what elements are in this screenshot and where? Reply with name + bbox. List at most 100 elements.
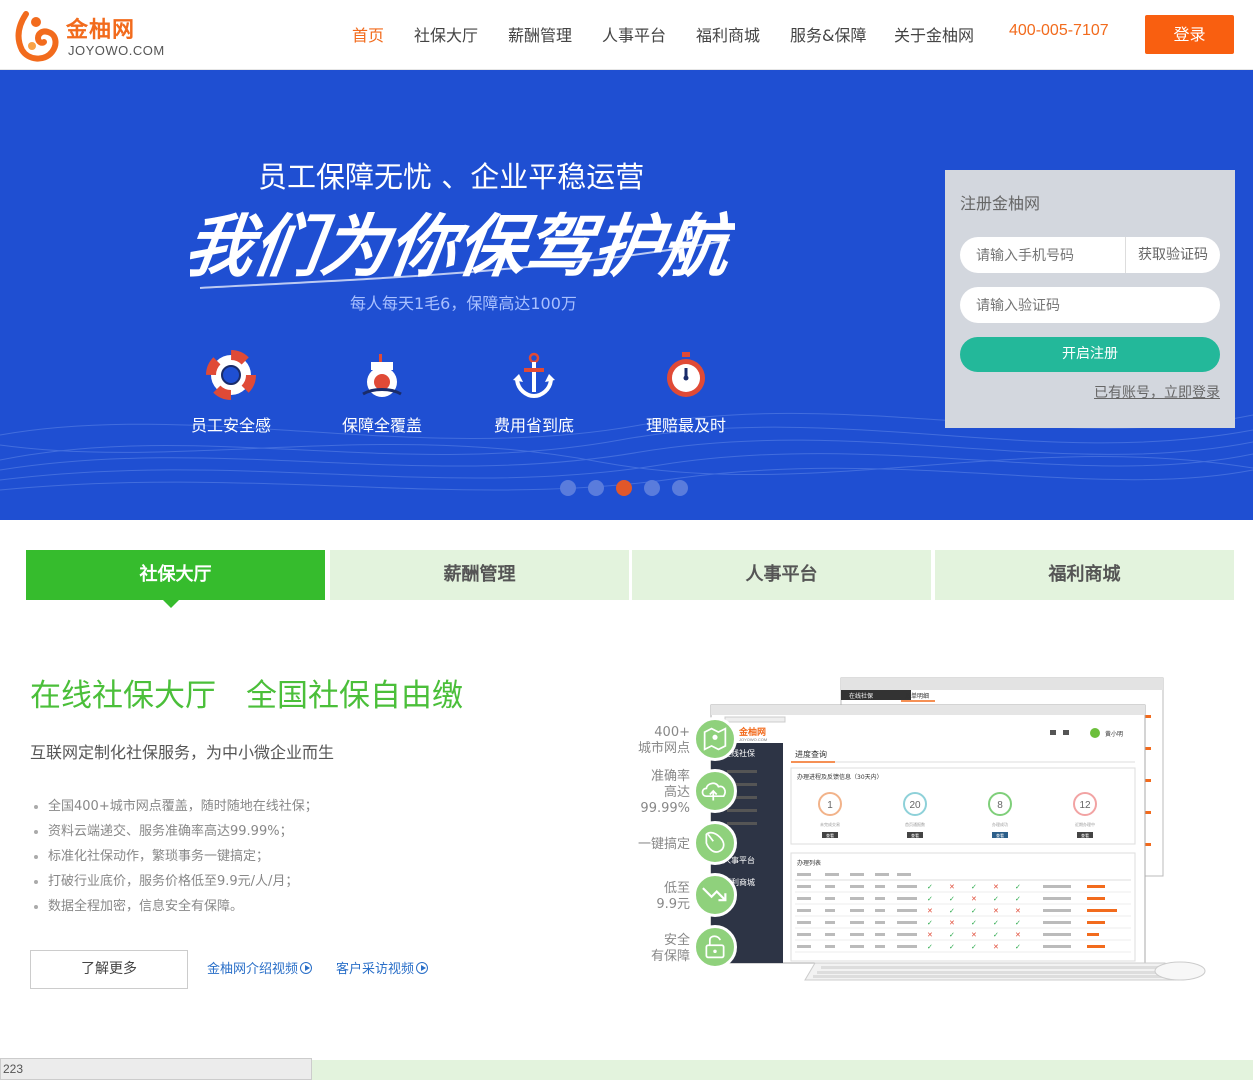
nav-welfare-mall[interactable]: 福利商城	[696, 22, 760, 48]
banner-subtitle: 每人每天1毛6，保障高达100万	[350, 294, 577, 313]
nav-social-security[interactable]: 社保大厅	[414, 22, 478, 48]
intro-video-link[interactable]: 金柚网介绍视频	[207, 958, 313, 977]
svg-text:✓: ✓	[971, 943, 977, 951]
svg-text:✓: ✓	[993, 919, 999, 927]
feature-full-coverage: 保障全覆盖	[327, 350, 437, 436]
hero-banner: 员工保障无忧 、企业平稳运营 我们为你保驾护航 每人每天1毛6，保障高达100万…	[0, 70, 1253, 520]
site-logo[interactable]: 金柚网 JOYOWO.COM	[12, 6, 165, 64]
svg-text:✓: ✓	[949, 943, 955, 951]
tab-payroll[interactable]: 薪酬管理	[330, 550, 629, 600]
stat-label-one-click: 一键搞定	[635, 837, 690, 853]
stat-label-cities: 400+ 城市网点	[635, 725, 690, 757]
banner-title: 员工保障无忧 、企业平稳运营	[258, 160, 645, 194]
customer-video-link[interactable]: 客户采访视频	[336, 958, 429, 977]
svg-text:办理列表: 办理列表	[797, 859, 821, 867]
nav-about[interactable]: 关于金柚网	[894, 22, 974, 48]
status-bar: 223	[0, 1058, 312, 1080]
logo-text: 金柚网	[66, 18, 136, 43]
register-submit-button[interactable]: 开启注册	[960, 337, 1220, 372]
unlock-icon	[693, 925, 737, 969]
svg-text:在线社保: 在线社保	[849, 692, 873, 700]
svg-text:未完成交易: 未完成交易	[820, 821, 840, 827]
carousel-dot-3[interactable]	[616, 480, 632, 496]
section-subtitle: 互联网定制化社保服务，为中小微企业而生	[30, 743, 335, 762]
stat-line: 高达	[663, 785, 690, 800]
play-icon	[300, 962, 313, 974]
logo-domain: JOYOWO.COM	[68, 43, 165, 58]
tab-hr-platform[interactable]: 人事平台	[632, 550, 931, 600]
carousel-dot-5[interactable]	[672, 480, 688, 496]
stat-line: 准确率	[650, 769, 690, 784]
site-header: 金柚网 JOYOWO.COM 首页 社保大厅 薪酬管理 人事平台 福利商城 服务…	[0, 0, 1253, 70]
svg-text:✓: ✓	[927, 943, 933, 951]
svg-text:黄小明: 黄小明	[1105, 730, 1123, 738]
svg-text:✓: ✓	[927, 919, 933, 927]
feature-label: 费用省到底	[493, 416, 574, 435]
intro-video-label: 金柚网介绍视频	[207, 962, 299, 977]
svg-text:✓: ✓	[993, 895, 999, 903]
existing-account-login-link[interactable]: 已有账号，立即登录	[1094, 382, 1220, 402]
cloud-upload-icon	[693, 769, 737, 813]
tab-social-security-hall[interactable]: 社保大厅	[26, 550, 325, 600]
svg-text:✓: ✓	[949, 907, 955, 915]
svg-text:✕: ✕	[927, 931, 933, 939]
trend-down-icon	[693, 873, 737, 917]
svg-text:账单明细: 账单明细	[905, 692, 929, 700]
carousel-dot-1[interactable]	[560, 480, 576, 496]
svg-text:✓: ✓	[949, 895, 955, 903]
stat-line: 一键搞定	[637, 837, 690, 852]
headline-part-2: 全国社保自由缴	[246, 678, 463, 714]
carousel-dot-4[interactable]	[644, 480, 660, 496]
svg-text:办理成功: 办理成功	[992, 821, 1008, 827]
feature-label: 员工安全感	[190, 416, 271, 435]
lifebuoy-icon	[206, 350, 256, 400]
stat-label-security: 安全 有保障	[635, 933, 690, 965]
stat-line: 9.9元	[656, 897, 690, 912]
svg-text:✕: ✕	[949, 919, 955, 927]
svg-text:✓: ✓	[1015, 919, 1021, 927]
map-pin-icon	[693, 717, 737, 761]
stat-line: 城市网点	[637, 741, 690, 756]
svg-text:✕: ✕	[949, 883, 955, 891]
svg-text:✓: ✓	[927, 883, 933, 891]
svg-text:✓: ✓	[971, 919, 977, 927]
svg-text:我们为你保驾护航: 我们为你保驾护航	[190, 207, 735, 287]
logo-icon	[15, 11, 59, 62]
list-item: 全国400+城市网点覆盖，随时随地在线社保；	[30, 796, 318, 821]
svg-text:✕: ✕	[993, 907, 999, 915]
learn-more-button[interactable]: 了解更多	[30, 950, 188, 989]
svg-text:✕: ✕	[1015, 907, 1021, 915]
stat-line: 低至	[663, 881, 690, 896]
feature-bullet-list: 全国400+城市网点覆盖，随时随地在线社保； 资料云端递交、服务准确率高达99.…	[30, 796, 318, 921]
carousel-dot-2[interactable]	[588, 480, 604, 496]
list-item: 打破行业底价，服务价格低至9.9元/人/月；	[30, 871, 318, 896]
svg-text:✓: ✓	[1015, 883, 1021, 891]
list-item: 资料云端递交、服务准确率高达99.99%；	[30, 821, 318, 846]
svg-text:查看: 查看	[1081, 832, 1089, 838]
login-button[interactable]: 登录	[1145, 15, 1234, 54]
svg-text:查看: 查看	[996, 832, 1004, 838]
svg-text:✓: ✓	[927, 895, 933, 903]
list-item: 标准化社保动作，繁琐事务一键搞定；	[30, 846, 318, 871]
register-title: 注册金柚网	[960, 194, 1041, 213]
section-headline: 在线社保大厅 全国社保自由缴	[30, 670, 493, 715]
svg-text:12: 12	[1079, 800, 1091, 811]
nav-home[interactable]: 首页	[352, 22, 384, 48]
svg-text:查看: 查看	[911, 832, 919, 838]
verification-code-input[interactable]	[960, 287, 1220, 323]
stat-label-accuracy: 准确率 高达 99.99%	[635, 769, 690, 817]
headline-part-1: 在线社保大厅	[30, 678, 216, 714]
svg-text:首页通报数: 首页通报数	[905, 821, 925, 827]
mouse-click-icon	[693, 821, 737, 865]
svg-text:✕: ✕	[971, 895, 977, 903]
feature-employee-safety: 员工安全感	[176, 350, 286, 436]
nav-payroll[interactable]: 薪酬管理	[508, 22, 572, 48]
nav-service-guarantee[interactable]: 服务&保障	[790, 22, 866, 48]
nav-hr-platform[interactable]: 人事平台	[602, 22, 666, 48]
list-item: 数据全程加密，信息安全有保障。	[30, 896, 318, 921]
get-code-button[interactable]: 获取验证码	[1125, 237, 1220, 273]
tab-welfare-mall[interactable]: 福利商城	[935, 550, 1234, 600]
banner-slogan-calligraphy: 我们为你保驾护航	[190, 207, 735, 289]
svg-text:查看: 查看	[826, 832, 834, 838]
svg-text:进度查询: 进度查询	[795, 749, 827, 759]
